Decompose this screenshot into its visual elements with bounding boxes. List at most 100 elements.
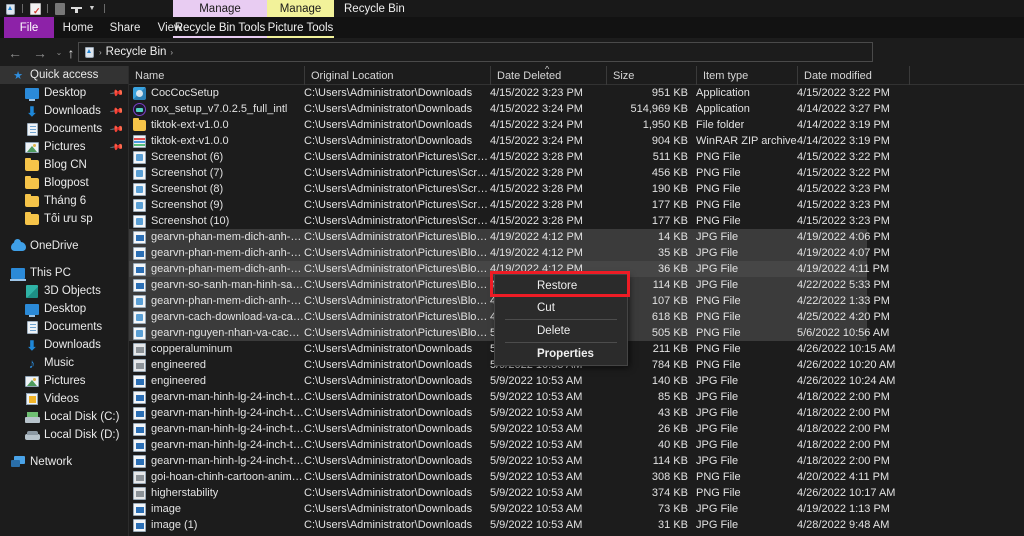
column-header-date-deleted[interactable]: Date Deleted ^	[490, 66, 606, 85]
column-header-original-location[interactable]: Original Location	[304, 66, 490, 85]
table-row[interactable]: nox_setup_v7.0.2.5_full_intl C:\Users\Adm…	[129, 101, 1024, 117]
table-row[interactable]: Screenshot (9) C:\Users\Administrator\Pic…	[129, 197, 1024, 213]
cell-name[interactable]: tiktok-ext-v1.0.0	[129, 117, 304, 133]
cell-name[interactable]: gearvn-nguyen-nhan-va-cach-kha...	[129, 325, 304, 341]
column-header-date-modified[interactable]: Date modified	[797, 66, 909, 85]
cell-name[interactable]: CocCocSetup	[129, 85, 304, 101]
table-row[interactable]: gearvn-man-hinh-lg-24-inch-top-... C:\Use…	[129, 453, 1024, 469]
cell-name[interactable]: Screenshot (6)	[129, 149, 304, 165]
cell-name[interactable]: nox_setup_v7.0.2.5_full_intl	[129, 101, 304, 117]
table-row[interactable]: engineered C:\Users\Administrator\Downloa…	[129, 373, 1024, 389]
context-menu[interactable]: Restore Cut Delete Properties	[494, 274, 628, 366]
contextual-group-picture-tools[interactable]: Manage	[267, 0, 334, 17]
cell-name[interactable]: higherstability	[129, 485, 304, 501]
table-row[interactable]: Screenshot (7) C:\Users\Administrator\Pic…	[129, 165, 1024, 181]
forward-button[interactable]: →	[31, 44, 49, 61]
tab-share[interactable]: Share	[102, 17, 148, 38]
cell-name[interactable]: gearvn-man-hinh-lg-24-inch-top-...	[129, 437, 304, 453]
cell-name[interactable]: gearvn-phan-mem-dich-anh-viet-...	[129, 245, 304, 261]
sidebar-item-blog-cn[interactable]: Blog CN	[0, 156, 128, 174]
sidebar-item-local-disk-c[interactable]: Local Disk (C:)	[0, 408, 128, 426]
tab-home[interactable]: Home	[54, 17, 102, 38]
pin-icon[interactable]: 📌	[109, 104, 124, 120]
cell-name[interactable]: gearvn-man-hinh-lg-24-inch-top-...	[129, 421, 304, 437]
table-row[interactable]: gearvn-man-hinh-lg-24-inch-top-... C:\Use…	[129, 437, 1024, 453]
cell-name[interactable]: gearvn-so-sanh-man-hinh-samsu...	[129, 277, 304, 293]
tab-recycle-bin-tools[interactable]: Recycle Bin Tools	[173, 17, 267, 38]
cell-name[interactable]: Screenshot (8)	[129, 181, 304, 197]
contextual-group-recycle-bin-tools[interactable]: Manage	[173, 0, 267, 17]
breadcrumb[interactable]: › Recycle Bin ›	[78, 42, 873, 62]
sidebar-item-onedrive[interactable]: OneDrive	[0, 237, 128, 255]
tab-file[interactable]: File	[4, 17, 54, 38]
table-row[interactable]: tiktok-ext-v1.0.0 C:\Users\Administrator\…	[129, 133, 1024, 149]
sidebar-item-documents[interactable]: Documents	[0, 318, 128, 336]
column-header-size[interactable]: Size	[606, 66, 696, 85]
cell-name[interactable]: Screenshot (9)	[129, 197, 304, 213]
cell-name[interactable]: gearvn-man-hinh-lg-24-inch-top-...	[129, 405, 304, 421]
cell-name[interactable]: tiktok-ext-v1.0.0	[129, 133, 304, 149]
cell-name[interactable]: Screenshot (10)	[129, 213, 304, 229]
sidebar-item-blogpost[interactable]: Blogpost	[0, 174, 128, 192]
table-row[interactable]: gearvn-man-hinh-lg-24-inch-top-... C:\Use…	[129, 421, 1024, 437]
table-row[interactable]: gearvn-phan-mem-dich-anh-viet-... C:\User…	[129, 229, 1024, 245]
pin-icon[interactable]: 📌	[109, 86, 124, 102]
tab-picture-tools[interactable]: Picture Tools	[267, 17, 334, 38]
table-row[interactable]: CocCocSetup C:\Users\Administrator\Downlo…	[129, 85, 1024, 101]
table-row[interactable]: tiktok-ext-v1.0.0 C:\Users\Administrator\…	[129, 117, 1024, 133]
table-row[interactable]: higherstability C:\Users\Administrator\Do…	[129, 485, 1024, 501]
menu-item-cut[interactable]: Cut	[495, 297, 627, 319]
sidebar-item-t-i-u-sp[interactable]: Tối ưu sp	[0, 210, 128, 228]
menu-item-delete[interactable]: Delete	[495, 320, 627, 342]
cell-name[interactable]: image (1)	[129, 517, 304, 533]
sidebar-item-desktop[interactable]: Desktop 📌	[0, 84, 128, 102]
table-row[interactable]: image (1) C:\Users\Administrator\Download…	[129, 517, 1024, 533]
sidebar-item-videos[interactable]: Videos	[0, 390, 128, 408]
sidebar-item-quick-access[interactable]: ★ Quick access	[0, 66, 128, 84]
breadcrumb-separator-2[interactable]: ›	[169, 48, 174, 57]
sidebar-item-th-ng-6[interactable]: Tháng 6	[0, 192, 128, 210]
table-row[interactable]: gearvn-man-hinh-lg-24-inch-top-... C:\Use…	[129, 389, 1024, 405]
sidebar-item-pictures[interactable]: Pictures	[0, 372, 128, 390]
column-header-name[interactable]: Name	[129, 66, 304, 85]
cell-name[interactable]: gearvn-man-hinh-lg-24-inch-top-...	[129, 453, 304, 469]
sidebar-item-network[interactable]: Network	[0, 453, 128, 471]
table-row[interactable]: Screenshot (10) C:\Users\Administrator\Pi…	[129, 213, 1024, 229]
menu-item-properties[interactable]: Properties	[495, 343, 627, 365]
table-row[interactable]: gearvn-man-hinh-lg-24-inch-top-... C:\Use…	[129, 405, 1024, 421]
sidebar-item-pictures[interactable]: Pictures 📌	[0, 138, 128, 156]
back-button[interactable]: ←	[6, 44, 24, 61]
cell-name[interactable]: gearvn-phan-mem-dich-anh-viet-...	[129, 261, 304, 277]
table-row[interactable]: Screenshot (6) C:\Users\Administrator\Pic…	[129, 149, 1024, 165]
sidebar-item-downloads[interactable]: ⬇ Downloads 📌	[0, 102, 128, 120]
column-header-item-type[interactable]: Item type	[696, 66, 797, 85]
pin-icon[interactable]: 📌	[109, 122, 124, 138]
breadcrumb-item-recycle-bin[interactable]: Recycle Bin	[106, 46, 167, 58]
pin-icon[interactable]: 📌	[109, 140, 124, 156]
cell-name[interactable]: goi-hoan-chinh-cartoon-animator	[129, 469, 304, 485]
table-row[interactable]: goi-hoan-chinh-cartoon-animator C:\Users\…	[129, 469, 1024, 485]
cell-name[interactable]: copperaluminum	[129, 341, 304, 357]
sidebar-item-3d-objects[interactable]: 3D Objects	[0, 282, 128, 300]
sidebar-item-desktop[interactable]: Desktop	[0, 300, 128, 318]
cell-name[interactable]: image	[129, 501, 304, 517]
menu-item-restore[interactable]: Restore	[495, 275, 627, 297]
sidebar-item-this-pc[interactable]: This PC	[0, 264, 128, 282]
column-resize-handle[interactable]	[909, 66, 910, 85]
sidebar-item-documents[interactable]: Documents 📌	[0, 120, 128, 138]
table-row[interactable]: gearvn-phan-mem-dich-anh-viet-... C:\User…	[129, 245, 1024, 261]
cell-name[interactable]: engineered	[129, 357, 304, 373]
cell-name[interactable]: gearvn-phan-mem-dich-anh-viet-...	[129, 293, 304, 309]
sidebar-item-local-disk-d[interactable]: Local Disk (D:)	[0, 426, 128, 444]
cell-name[interactable]: gearvn-man-hinh-lg-24-inch-top-...	[129, 389, 304, 405]
cell-name[interactable]: engineered	[129, 373, 304, 389]
cell-name[interactable]: gearvn-phan-mem-dich-anh-viet-...	[129, 229, 304, 245]
breadcrumb-separator-1[interactable]: ›	[98, 48, 103, 57]
navigation-pane[interactable]: ★ Quick access Desktop 📌 ⬇ Downloads 📌 Document…	[0, 66, 129, 536]
cell-name[interactable]: gearvn-cach-download-va-cap-nh...	[129, 309, 304, 325]
table-row[interactable]: image C:\Users\Administrator\Downloads 5/9…	[129, 501, 1024, 517]
cell-name[interactable]: Screenshot (7)	[129, 165, 304, 181]
table-row[interactable]: Screenshot (8) C:\Users\Administrator\Pic…	[129, 181, 1024, 197]
sidebar-item-downloads[interactable]: ⬇ Downloads	[0, 336, 128, 354]
sidebar-item-music[interactable]: ♪ Music	[0, 354, 128, 372]
